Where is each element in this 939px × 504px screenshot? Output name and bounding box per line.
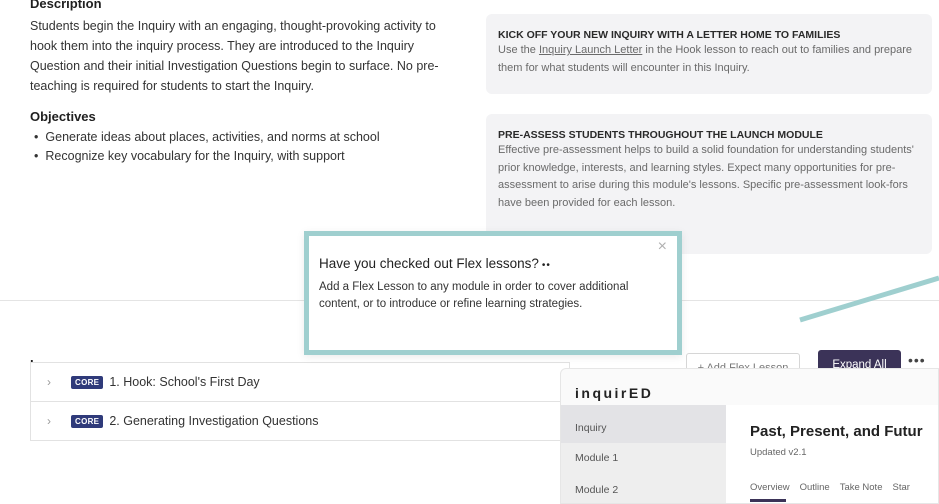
core-badge: CORE [71, 375, 104, 389]
tab-star[interactable]: Star [892, 482, 909, 493]
page-title: Past, Present, and Futur [750, 423, 923, 440]
description-heading: Description [30, 0, 102, 11]
objectives-heading: Objectives [30, 109, 96, 124]
tip-body: Effective pre-assessment helps to build … [498, 144, 914, 209]
more-options-icon[interactable]: ••• [908, 352, 926, 368]
tab-take-note[interactable]: Take Note [840, 482, 883, 493]
lesson-title: 1. Hook: School's First Day [109, 375, 260, 389]
popover-title-text: Have you checked out Flex lessons? [319, 256, 539, 271]
sidebar-item-module-2[interactable]: Module 2 [575, 484, 618, 496]
inquiry-launch-letter-link[interactable]: Inquiry Launch Letter [539, 44, 642, 56]
app-preview: inquirED Inquiry Module 1 Module 2 Past,… [560, 368, 939, 504]
sidebar-item-module-1[interactable]: Module 1 [575, 452, 618, 464]
tip-title: PRE-ASSESS STUDENTS THROUGHOUT THE LAUNC… [498, 129, 823, 141]
lesson-title: 2. Generating Investigation Questions [109, 414, 319, 428]
version-label: Updated v2.1 [750, 447, 807, 458]
flex-lessons-popover: × Have you checked out Flex lessons? •• A… [304, 231, 682, 355]
active-tab-indicator [750, 499, 786, 502]
tip-body-text: Use the [498, 44, 539, 56]
tab-overview[interactable]: Overview [750, 482, 790, 493]
brand-logo: inquirED [575, 385, 654, 401]
popover-title: Have you checked out Flex lessons? •• [319, 256, 663, 271]
sidebar-item-inquiry[interactable]: Inquiry [575, 422, 607, 434]
popover-body: Add a Flex Lesson to any module in order… [319, 281, 629, 310]
preview-sidebar: Inquiry Module 1 Module 2 [561, 405, 726, 503]
chevron-right-icon[interactable]: › [47, 414, 71, 428]
chevron-right-icon[interactable]: › [47, 375, 71, 389]
lesson-row[interactable]: › CORE 2. Generating Investigation Quest… [30, 401, 570, 441]
lesson-row[interactable]: › CORE 1. Hook: School's First Day [30, 362, 570, 402]
description-text: Students begin the Inquiry with an engag… [30, 19, 439, 93]
core-badge: CORE [71, 414, 104, 428]
eyes-emoji-icon: •• [541, 260, 551, 271]
tip-title: KICK OFF YOUR NEW INQUIRY WITH A LETTER … [498, 29, 841, 41]
preview-main: Past, Present, and Futur Updated v2.1 Ov… [726, 405, 938, 503]
preview-tabs: Overview Outline Take Note Star [750, 482, 910, 493]
close-icon[interactable]: × [658, 238, 667, 256]
tab-outline[interactable]: Outline [800, 482, 830, 493]
tip-body: Use the Inquiry Launch Letter in the Hoo… [498, 42, 920, 77]
objectives-list: Generate ideas about places, activities,… [34, 128, 454, 166]
objective-item: Generate ideas about places, activities,… [34, 128, 454, 147]
tip-card-letter-home: KICK OFF YOUR NEW INQUIRY WITH A LETTER … [486, 14, 932, 94]
objective-item: Recognize key vocabulary for the Inquiry… [34, 147, 454, 166]
